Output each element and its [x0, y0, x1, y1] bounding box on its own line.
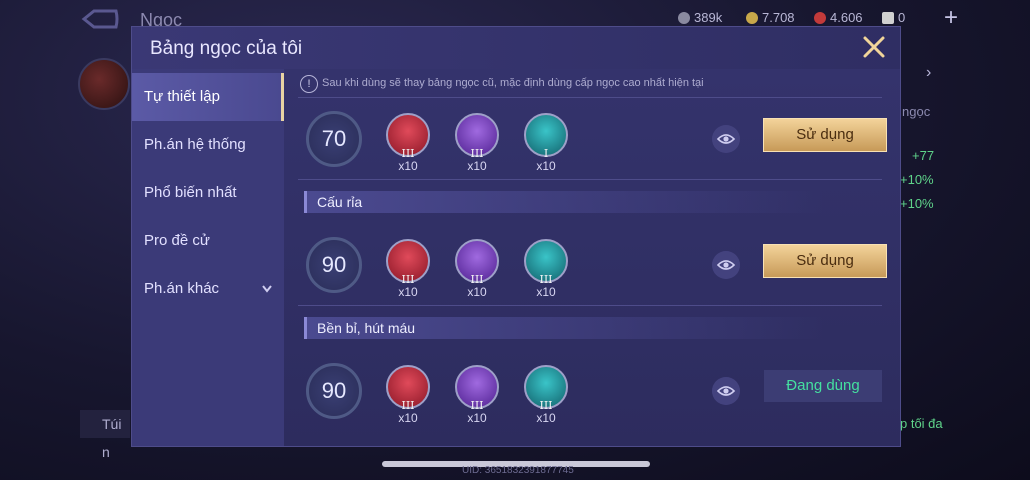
eye-icon[interactable] — [712, 377, 740, 405]
coin-counter: 389k — [678, 10, 722, 25]
rune-gem-teal[interactable]: III x10 — [524, 365, 568, 429]
divider — [298, 179, 882, 180]
tab-label: Phổ biến nhất — [144, 184, 237, 201]
page-level: 90 — [306, 363, 362, 419]
ruby-icon — [814, 11, 826, 24]
rune-page-modal: Bảng ngọc của tôi Tự thiết lập Ph.án hệ … — [131, 26, 901, 447]
plus-icon[interactable]: + — [944, 4, 958, 32]
tab-popular[interactable]: Phổ biến nhất — [132, 169, 284, 217]
gold-counter: 7.708 — [746, 10, 795, 25]
divider — [298, 97, 882, 98]
avatar[interactable] — [78, 58, 130, 110]
stat-value: +77 — [912, 148, 935, 163]
stat-value: +10% — [900, 196, 934, 211]
rune-gem-teal[interactable]: I x10 — [524, 113, 568, 177]
exclamation-icon: ! — [300, 75, 318, 93]
rune-page-row: 90 III x10 III x10 III x10 Sử dụng — [284, 231, 900, 303]
rune-gem-red[interactable]: III x10 — [386, 239, 430, 303]
card-counter: 0 — [882, 10, 905, 25]
use-button[interactable]: Sử dụng — [763, 118, 887, 152]
in-use-status: Đang dùng — [764, 370, 882, 402]
notice-text: Sau khi dùng sẽ thay bảng ngọc cũ, mặc đ… — [322, 77, 704, 89]
modal-header: Bảng ngọc của tôi — [132, 27, 900, 69]
max-level-text: p tối đa — [900, 416, 943, 431]
tab-label: Ph.án khác — [144, 280, 220, 297]
tab-system[interactable]: Ph.án hệ thống — [132, 121, 284, 169]
tab-label: Pro đề cử — [144, 232, 210, 249]
stat-label: ngọc — [902, 104, 931, 119]
tab-label: Ph.án hệ thống — [144, 136, 246, 153]
rune-gem-red[interactable]: III x10 — [386, 113, 430, 177]
rune-page-row: 70 III x10 III x10 I x10 Sử dụng — [284, 105, 900, 177]
modal-title: Bảng ngọc của tôi — [150, 38, 303, 59]
chevron-right-icon[interactable]: › — [926, 64, 931, 82]
page-level: 90 — [306, 237, 362, 293]
ruby-counter: 4.606 — [814, 10, 863, 25]
rune-gem-purple[interactable]: III x10 — [455, 239, 499, 303]
notice-bar: ! Sau khi dùng sẽ thay bảng ngọc cũ, mặc… — [298, 75, 888, 95]
tab-custom[interactable]: Tự thiết lập — [132, 73, 284, 121]
eye-icon[interactable] — [712, 251, 740, 279]
rune-gem-teal[interactable]: III x10 — [524, 239, 568, 303]
gold-icon — [746, 11, 758, 24]
bag-button[interactable]: Túi n — [80, 410, 130, 460]
tab-sidebar: Tự thiết lập Ph.án hệ thống Phổ biến nhấ… — [132, 69, 284, 446]
divider — [298, 305, 882, 306]
chevron-down-icon — [262, 285, 272, 293]
stat-value: +10% — [900, 172, 934, 187]
tab-pro[interactable]: Pro đề cử — [132, 217, 284, 265]
use-button[interactable]: Sử dụng — [763, 244, 887, 278]
rune-page-row: 90 III x10 III x10 III x10 Đang dùng — [284, 357, 900, 429]
card-icon — [882, 11, 894, 24]
close-icon[interactable] — [862, 35, 886, 59]
background-stats-panel: › ngọc +77 +10% +10% p tối đa — [900, 60, 960, 431]
rune-gem-purple[interactable]: III x10 — [455, 113, 499, 177]
uid-label: UID: 3651832391877745 — [462, 465, 574, 476]
rune-gem-purple[interactable]: III x10 — [455, 365, 499, 429]
page-name: Cấu rỉa — [304, 191, 824, 213]
back-icon[interactable] — [80, 8, 120, 30]
tab-other[interactable]: Ph.án khác — [132, 265, 284, 313]
coin-icon — [678, 11, 690, 24]
eye-icon[interactable] — [712, 125, 740, 153]
tab-label: Tự thiết lập — [144, 88, 220, 105]
rune-gem-red[interactable]: III x10 — [386, 365, 430, 429]
rune-pages-list: ! Sau khi dùng sẽ thay bảng ngọc cũ, mặc… — [284, 69, 900, 446]
page-name: Bền bỉ, hút máu — [304, 317, 824, 339]
page-level: 70 — [306, 111, 362, 167]
